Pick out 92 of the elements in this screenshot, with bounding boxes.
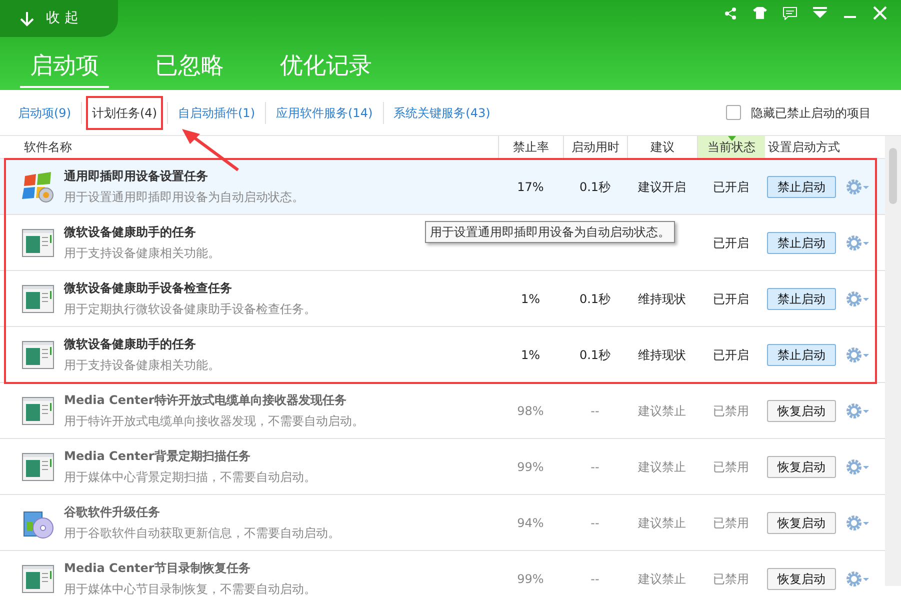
startup-time: -- [590, 458, 600, 476]
column-header[interactable]: 当前状态 [697, 136, 765, 158]
status: 已开启 [713, 290, 749, 308]
disable-rate: 94% [517, 514, 544, 532]
task-description: 用于定期执行微软设备健康助手设备检查任务。 [64, 301, 316, 318]
disable-rate: 1% [520, 346, 540, 364]
status: 已禁用 [713, 514, 749, 532]
disable-rate: 99% [517, 458, 544, 476]
checkbox-label: 隐藏已禁止启动的项目 [751, 104, 871, 122]
startup-time: 0.1秒 [579, 178, 611, 196]
tooltip: 用于设置通用即插即用设备为自动启动状态。 [425, 221, 675, 243]
disable-rate: 98% [517, 402, 544, 420]
menu-down-icon[interactable] [813, 7, 827, 19]
task-description: 用于特许开放式电缆单向接收器发现，不需要自动启动。 [64, 413, 364, 430]
task-description: 用于支持设备健康相关功能。 [64, 245, 220, 262]
task-description: 用于媒体中心背景定期扫描，不需要自动启动。 [64, 469, 316, 486]
window-icon [22, 396, 54, 424]
restore-startup-button[interactable]: 恢复启动 [767, 456, 836, 478]
advice: 建议禁止 [638, 570, 686, 588]
sort-indicator-icon [728, 136, 736, 141]
disable-startup-button[interactable]: 禁止启动 [767, 344, 836, 366]
window-icon [22, 284, 54, 312]
disable-rate: 17% [517, 178, 544, 196]
status: 已开启 [713, 178, 749, 196]
window-icon [22, 228, 54, 256]
task-description: 用于谷歌软件自动获取更新信息，不需要自动启动。 [64, 525, 340, 542]
task-name: 微软设备健康助手的任务 [64, 336, 196, 353]
shirt-icon[interactable] [753, 7, 767, 19]
task-name: Media Center背景定期扫描任务 [64, 448, 250, 465]
task-description: 用于支持设备健康相关功能。 [64, 357, 220, 374]
collapse-button[interactable]: 收 起 [0, 0, 118, 37]
windows-gear-icon [21, 170, 55, 204]
startup-time: -- [590, 514, 600, 532]
task-name: 谷歌软件升级任务 [64, 504, 160, 521]
checkbox[interactable] [726, 105, 741, 120]
disable-rate: 1% [520, 290, 540, 308]
sub-tab[interactable]: 自启动插件(1) [174, 98, 259, 128]
column-header[interactable]: 设置启动方式 [765, 136, 885, 158]
column-header[interactable]: 软件名称 [0, 136, 498, 158]
window-icon [22, 452, 54, 480]
close-icon[interactable] [873, 6, 887, 20]
disable-startup-button[interactable]: 禁止启动 [767, 232, 836, 254]
status: 已开启 [713, 234, 749, 252]
startup-time: 0.1秒 [579, 290, 611, 308]
advice: 建议禁止 [638, 458, 686, 476]
advice: 维持现状 [638, 346, 686, 364]
window-icon [22, 564, 54, 592]
annotation-arrow [180, 128, 240, 172]
disable-startup-button[interactable]: 禁止启动 [767, 176, 836, 198]
startup-time: -- [590, 402, 600, 420]
message-icon[interactable] [783, 6, 797, 20]
status: 已开启 [713, 346, 749, 364]
gear-dropdown-icon[interactable] [846, 178, 870, 194]
gear-dropdown-icon[interactable] [846, 346, 870, 362]
task-name: 微软设备健康助手的任务 [64, 224, 196, 241]
status: 已禁用 [713, 570, 749, 588]
column-header[interactable]: 禁止率 [498, 136, 563, 158]
advice: 建议禁止 [638, 514, 686, 532]
column-header[interactable]: 启动用时 [563, 136, 627, 158]
status: 已禁用 [713, 402, 749, 420]
task-name: 通用即插即用设备设置任务 [64, 168, 208, 185]
advice: 建议禁止 [638, 402, 686, 420]
gear-dropdown-icon[interactable] [846, 570, 870, 586]
share-icon[interactable] [724, 6, 737, 20]
task-description: 用于媒体中心节目录制恢复，不需要自动启动。 [64, 581, 316, 598]
sub-tab[interactable]: 应用软件服务(14) [272, 98, 377, 128]
disable-startup-button[interactable]: 禁止启动 [767, 288, 836, 310]
disable-rate: 99% [517, 570, 544, 588]
window-icon [22, 340, 54, 368]
gear-dropdown-icon[interactable] [846, 402, 870, 418]
advice: 建议开启 [638, 178, 686, 196]
task-name: Media Center节目录制恢复任务 [64, 560, 250, 577]
gear-dropdown-icon[interactable] [846, 514, 870, 530]
down-arrow-icon [20, 10, 34, 26]
sub-tab[interactable]: 系统关键服务(43) [390, 98, 494, 128]
sub-tab[interactable]: 计划任务(4) [88, 98, 161, 128]
task-name: 微软设备健康助手设备检查任务 [64, 280, 232, 297]
task-row[interactable]: 通用即插即用设备设置任务 用于设置通用即插即用设备为自动启动状态。 17% 0.1秒 建议开启 已开启 禁止启动 [0, 159, 885, 215]
restore-startup-button[interactable]: 恢复启动 [767, 400, 836, 422]
sub-tab[interactable]: 启动项(9) [14, 98, 75, 128]
scrollbar[interactable] [885, 136, 901, 586]
gear-dropdown-icon[interactable] [846, 290, 870, 306]
task-description: 用于设置通用即插即用设备为自动启动状态。 [64, 189, 304, 206]
advice: 维持现状 [638, 290, 686, 308]
status: 已禁用 [713, 458, 749, 476]
gear-dropdown-icon[interactable] [846, 458, 870, 474]
gear-dropdown-icon[interactable] [846, 234, 870, 250]
restore-startup-button[interactable]: 恢复启动 [767, 568, 836, 590]
restore-startup-button[interactable]: 恢复启动 [767, 512, 836, 534]
startup-time: -- [590, 570, 600, 588]
task-name: Media Center特许开放式电缆单向接收器发现任务 [64, 392, 346, 409]
startup-time: 0.1秒 [579, 346, 611, 364]
